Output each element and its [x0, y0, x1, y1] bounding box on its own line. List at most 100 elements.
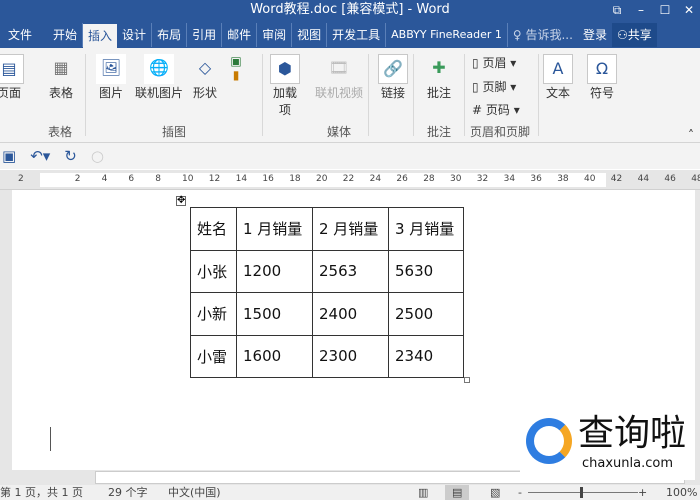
- zoom-slider[interactable]: [528, 492, 638, 493]
- header-button[interactable]: ▯ 页眉 ▾: [472, 54, 516, 71]
- title-bar: Word教程.doc [兼容模式] - Word: [0, 0, 700, 22]
- web-layout-icon[interactable]: ▧: [490, 485, 500, 500]
- tab-file[interactable]: 文件: [0, 23, 48, 47]
- ruler-tick-label: 30: [450, 174, 462, 184]
- table-cell[interactable]: 2 月销量: [312, 207, 389, 251]
- tab-review[interactable]: 审阅: [257, 23, 293, 47]
- group-label-illustrations: 插图: [162, 125, 187, 139]
- online-picture-button[interactable]: 🌐 联机图片: [132, 54, 186, 101]
- ruler-tick-label: 14: [235, 174, 248, 184]
- zoom-slider-thumb[interactable]: [580, 487, 583, 498]
- picture-button[interactable]: 🖼 图片: [94, 54, 128, 101]
- vertical-scrollbar[interactable]: [695, 190, 700, 470]
- addins-icon: ⬢: [270, 54, 300, 84]
- ruler-tick-label: 38: [557, 174, 569, 184]
- group-label-header-footer: 页眉和页脚: [470, 125, 531, 139]
- ribbon-display-button[interactable]: ⧉: [606, 0, 628, 20]
- table-row: 小雷 1600 2300 2340: [190, 334, 464, 378]
- tab-insert[interactable]: 插入: [83, 24, 118, 48]
- group-label-media: 媒体: [327, 125, 352, 139]
- undo-icon[interactable]: ↶▾: [30, 147, 50, 165]
- ruler-tick-label: 16: [262, 174, 274, 184]
- link-button[interactable]: 🔗 链接: [376, 54, 410, 101]
- vertical-ruler[interactable]: [0, 190, 12, 470]
- video-icon: 🎞: [328, 58, 350, 77]
- share-button[interactable]: ⚇共享: [611, 23, 657, 47]
- link-icon: 🔗: [378, 54, 408, 84]
- tab-view[interactable]: 视图: [292, 23, 328, 47]
- table-cell[interactable]: 姓名: [190, 207, 237, 251]
- table-cell[interactable]: 1600: [236, 334, 313, 378]
- text-button[interactable]: A 文本: [541, 54, 575, 101]
- table-cell[interactable]: 小新: [190, 292, 237, 336]
- person-add-icon: ⚇: [616, 28, 628, 42]
- ruler-tick-label: 42: [610, 174, 623, 184]
- table-cell[interactable]: 2300: [312, 334, 389, 378]
- addins-button[interactable]: ⬢ 加载项: [268, 54, 302, 118]
- table-cell[interactable]: 小雷: [190, 334, 237, 378]
- tab-home[interactable]: 开始: [48, 23, 84, 47]
- page-number-button[interactable]: # 页码 ▾: [472, 101, 520, 118]
- print-layout-icon[interactable]: ▤: [445, 485, 470, 500]
- ribbon: ▤ 页面 ▦ 表格 表格 🖼 图片 🌐 联机图片 ◇ 形状 ▣ ▮ 插图 ⬢ 加载项 🎞 联机视…: [0, 48, 700, 143]
- table-cell[interactable]: 2563: [312, 249, 389, 293]
- maximize-button[interactable]: ☐: [654, 0, 676, 20]
- smartart-button[interactable]: ▣ ▮: [228, 54, 244, 82]
- ruler-tick-label: 36: [530, 174, 542, 184]
- horizontal-ruler[interactable]: 2 2 4 6 8 10 12 14 16 18 20 22 24 26 28 30 32 34 36 38 40 42 4…: [0, 170, 700, 190]
- page-count[interactable]: 第 1 页，共 1 页: [0, 485, 83, 500]
- table-cell[interactable]: 小张: [190, 249, 237, 293]
- table-resize-handle[interactable]: [464, 377, 470, 383]
- table-cell[interactable]: 1500: [236, 292, 313, 336]
- zoom-out-button[interactable]: -: [518, 485, 522, 500]
- ruler-tick-label: 6: [128, 174, 135, 184]
- page-button[interactable]: ▤ 页面: [0, 54, 26, 101]
- group-label-tables: 表格: [48, 125, 73, 139]
- tab-abbyy[interactable]: ABBYY FineReader 1: [386, 23, 508, 47]
- tab-layout[interactable]: 布局: [152, 23, 188, 47]
- comment-icon: ✚: [432, 58, 446, 77]
- read-mode-icon[interactable]: ▥: [418, 485, 428, 500]
- zoom-in-button[interactable]: +: [638, 485, 647, 500]
- word-count[interactable]: 29 个字: [108, 485, 148, 500]
- tab-developer[interactable]: 开发工具: [327, 23, 387, 47]
- status-bar: 第 1 页，共 1 页 29 个字 中文(中国) ▥ ▤ ▧ - + 100%: [0, 485, 700, 500]
- text-icon: A: [543, 54, 573, 84]
- comment-button[interactable]: ✚ 批注: [422, 54, 456, 101]
- symbol-button[interactable]: Ω 符号: [585, 54, 619, 101]
- tab-mailings[interactable]: 邮件: [222, 23, 258, 47]
- footer-button[interactable]: ▯ 页脚 ▾: [472, 78, 516, 95]
- ruler-tick-label: 32: [476, 174, 489, 184]
- table-cell[interactable]: 2340: [388, 334, 464, 378]
- online-video-button[interactable]: 🎞 联机视频: [312, 54, 366, 101]
- touch-mode-icon[interactable]: ○: [91, 147, 104, 165]
- window-title: Word教程.doc [兼容模式] - Word: [250, 2, 450, 17]
- tab-references[interactable]: 引用: [187, 23, 223, 47]
- table-cell[interactable]: 1 月销量: [236, 207, 313, 251]
- table-cell[interactable]: 2400: [312, 292, 389, 336]
- login-link[interactable]: 登录: [578, 23, 612, 47]
- table-button[interactable]: ▦ 表格: [44, 54, 78, 101]
- zoom-level[interactable]: 100%: [666, 485, 697, 500]
- save-icon[interactable]: ▣: [2, 147, 16, 165]
- table-cell[interactable]: 2500: [388, 292, 464, 336]
- ribbon-tabs: 文件 开始 插入 设计 布局 引用 邮件 审阅 视图 开发工具 ABBYY Fi…: [0, 22, 700, 48]
- table-cell[interactable]: 5630: [388, 249, 464, 293]
- table-cell[interactable]: 3 月销量: [388, 207, 464, 251]
- header-icon: ▯: [472, 56, 479, 70]
- ruler-tick-label: 24: [369, 174, 382, 184]
- sales-table[interactable]: 姓名 1 月销量 2 月销量 3 月销量小张 1200 2563 5630 小新 1500 240…: [190, 207, 464, 378]
- table-cell[interactable]: 1200: [236, 249, 313, 293]
- ruler-tick-label: 10: [182, 174, 194, 184]
- tab-design[interactable]: 设计: [117, 23, 153, 47]
- minimize-button[interactable]: –: [630, 0, 652, 20]
- watermark-url: chaxunla.com: [582, 456, 673, 471]
- collapse-ribbon-icon[interactable]: ˄: [688, 128, 694, 142]
- close-button[interactable]: ✕: [678, 0, 700, 20]
- redo-icon[interactable]: ↻: [64, 147, 77, 165]
- tell-me-search[interactable]: ♀ 告诉我...: [508, 23, 578, 47]
- watermark-text: 查询啦: [578, 413, 687, 454]
- shapes-button[interactable]: ◇ 形状: [188, 54, 222, 101]
- language[interactable]: 中文(中国): [168, 485, 221, 500]
- table-move-handle-icon[interactable]: ✥: [176, 196, 186, 206]
